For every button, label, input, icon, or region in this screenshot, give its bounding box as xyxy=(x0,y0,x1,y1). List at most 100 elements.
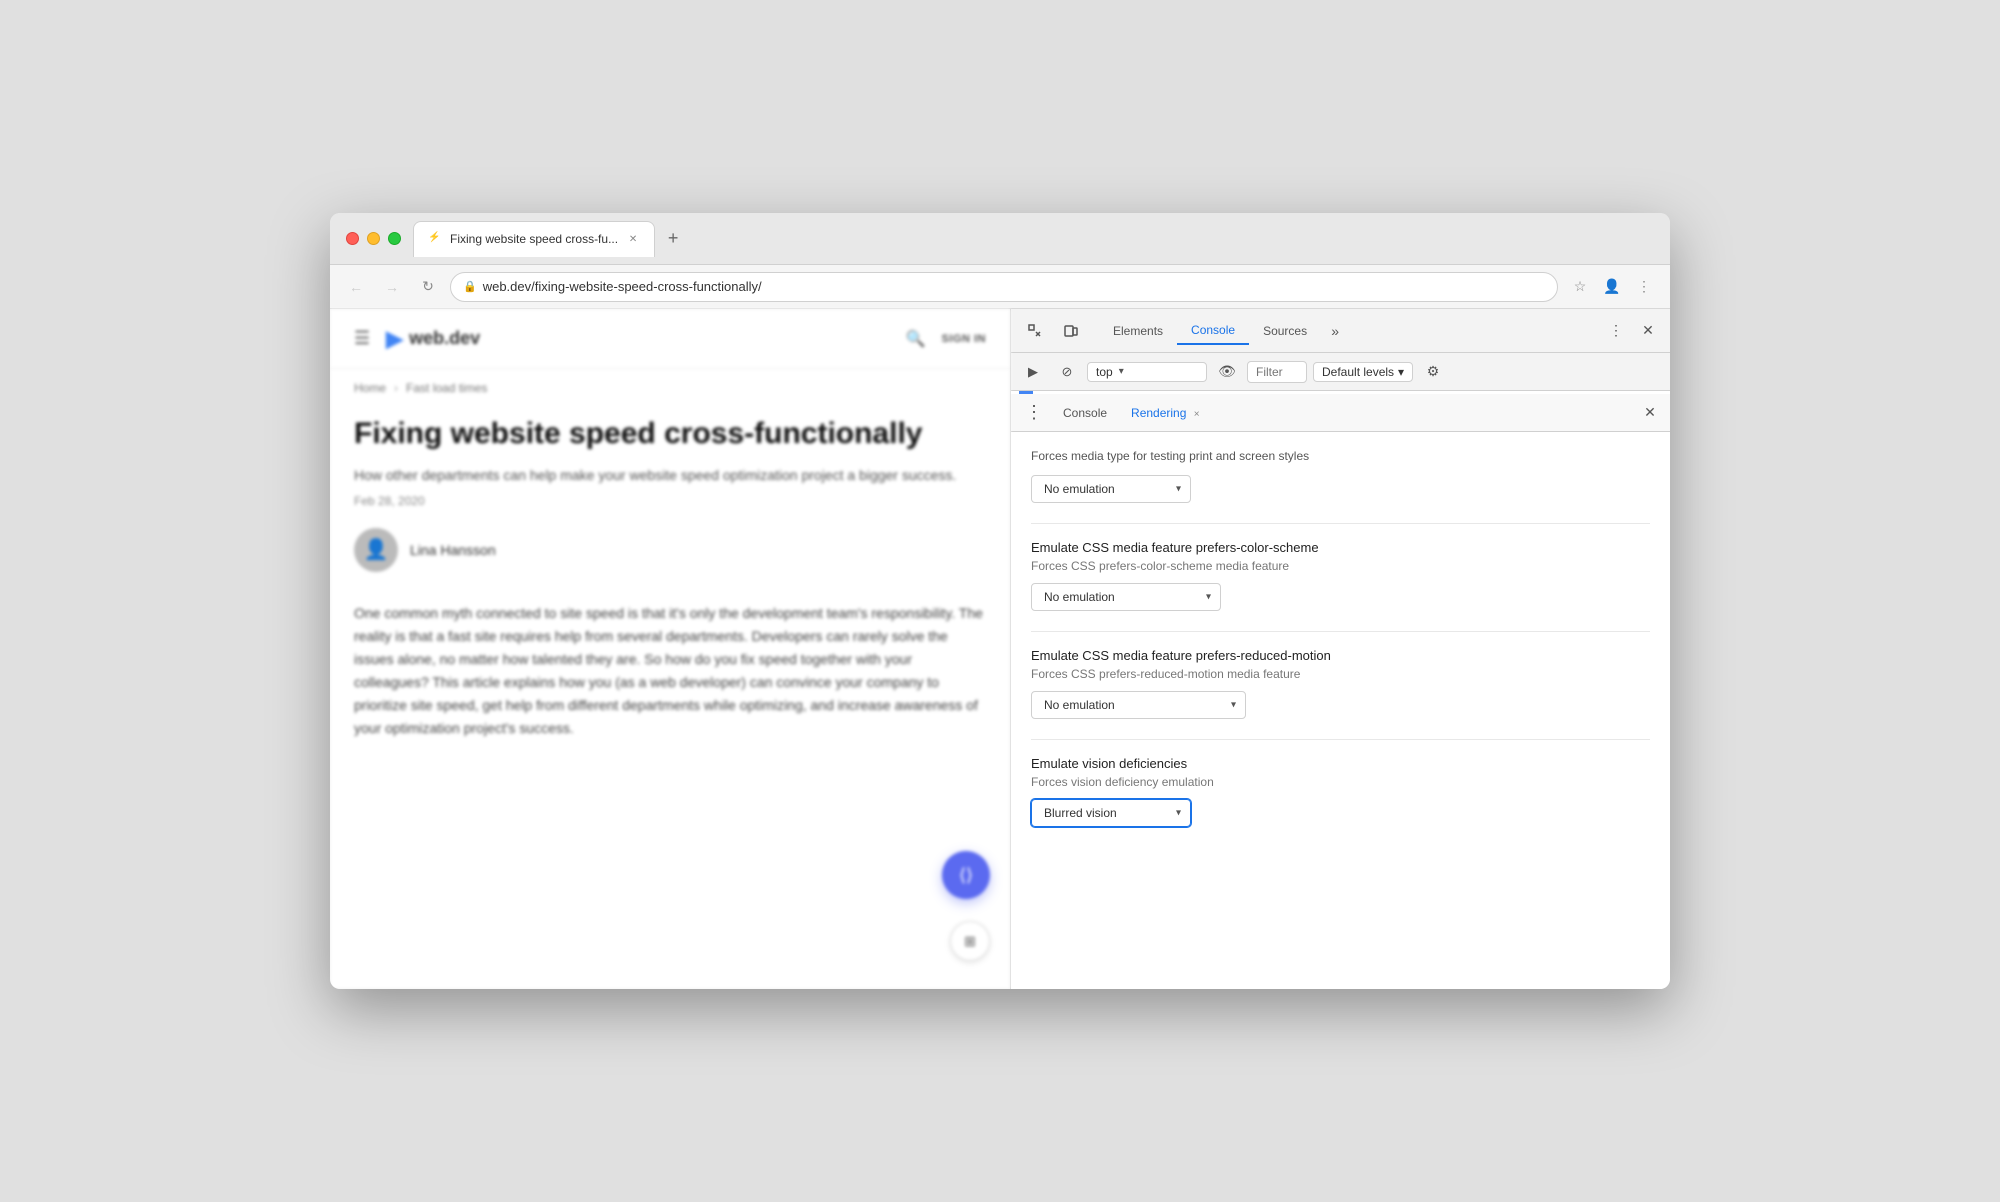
browser-window: ⚡ Fixing website speed cross-fu... ✕ + ←… xyxy=(330,213,1670,989)
levels-arrow-icon: ▾ xyxy=(1398,365,1404,379)
render-section-color-scheme: Emulate CSS media feature prefers-color-… xyxy=(1031,540,1650,611)
color-scheme-title: Emulate CSS media feature prefers-color-… xyxy=(1031,540,1650,555)
device-toolbar-tool[interactable] xyxy=(1055,315,1087,347)
divider-1 xyxy=(1031,523,1650,524)
tab-elements[interactable]: Elements xyxy=(1099,318,1177,344)
color-scheme-dropdown[interactable]: No emulation prefers-color-scheme: dark … xyxy=(1031,583,1221,611)
logo-text: web.dev xyxy=(409,328,480,349)
divider-3 xyxy=(1031,739,1650,740)
author-name: Lina Hansson xyxy=(410,542,496,558)
play-button[interactable]: ▶ xyxy=(1019,358,1047,386)
bookmark-icon[interactable]: ☆ xyxy=(1566,273,1594,301)
media-type-desc: Forces media type for testing print and … xyxy=(1031,448,1650,465)
back-button[interactable]: ← xyxy=(342,273,370,301)
logo-icon: ▶ xyxy=(386,326,403,352)
devtools-panel: Elements Console Sources » ⋮ ✕ ▶ ⊘ top ▾ xyxy=(1010,309,1670,989)
nav-bar: ← → ↻ 🔒 web.dev/fixing-website-speed-cro… xyxy=(330,265,1670,309)
devtools-close-button[interactable]: ✕ xyxy=(1634,317,1662,345)
website-content: ☰ ▶ web.dev 🔍 SIGN IN Home › Fast load t… xyxy=(330,309,1010,989)
vision-desc: Forces vision deficiency emulation xyxy=(1031,775,1650,789)
browser-tab[interactable]: ⚡ Fixing website speed cross-fu... ✕ xyxy=(413,221,655,257)
breadcrumb-home[interactable]: Home xyxy=(354,381,386,395)
article-title: Fixing website speed cross-functionally xyxy=(354,415,986,453)
menu-icon[interactable]: ⋮ xyxy=(1630,273,1658,301)
lock-icon: 🔒 xyxy=(463,280,477,293)
context-label: top xyxy=(1096,365,1113,379)
tab-title: Fixing website speed cross-fu... xyxy=(450,232,618,246)
media-type-dropdown[interactable]: No emulation print screen xyxy=(1031,475,1191,503)
sign-in-button[interactable]: SIGN IN xyxy=(942,333,986,345)
context-selector[interactable]: top ▾ xyxy=(1087,362,1207,382)
sub-tab-rendering[interactable]: Rendering × xyxy=(1121,400,1210,426)
sub-panel-close-button[interactable]: ✕ xyxy=(1638,401,1662,425)
account-icon[interactable]: 👤 xyxy=(1598,273,1626,301)
article-content: Fixing website speed cross-functionally … xyxy=(330,407,1010,764)
tab-console[interactable]: Console xyxy=(1177,317,1249,345)
settings-gear-button[interactable]: ⚙ xyxy=(1419,358,1447,386)
render-section-vision: Emulate vision deficiencies Forces visio… xyxy=(1031,756,1650,827)
inspect-element-tool[interactable] xyxy=(1019,315,1051,347)
search-icon[interactable]: 🔍 xyxy=(906,329,926,349)
article-body: One common myth connected to site speed … xyxy=(354,602,986,741)
new-tab-button[interactable]: + xyxy=(659,225,687,253)
rendering-tab-label: Rendering xyxy=(1131,406,1186,420)
devtools-toolbar-right: ⋮ ✕ xyxy=(1602,317,1662,345)
tab-favicon-icon: ⚡ xyxy=(428,232,442,246)
more-tabs-button[interactable]: » xyxy=(1321,317,1349,345)
reduced-motion-dropdown-wrapper: No emulation prefers-reduced-motion: red… xyxy=(1031,691,1246,719)
divider-2 xyxy=(1031,631,1650,632)
media-type-dropdown-wrapper: No emulation print screen ▾ xyxy=(1031,475,1191,503)
address-bar[interactable]: 🔒 web.dev/fixing-website-speed-cross-fun… xyxy=(450,272,1558,302)
site-logo: ▶ web.dev xyxy=(386,326,480,352)
breadcrumb-section[interactable]: Fast load times xyxy=(406,381,487,395)
hamburger-icon[interactable]: ☰ xyxy=(354,328,370,349)
reload-button[interactable]: ↻ xyxy=(414,273,442,301)
reduced-motion-desc: Forces CSS prefers-reduced-motion media … xyxy=(1031,667,1650,681)
traffic-lights xyxy=(346,232,401,245)
title-bar: ⚡ Fixing website speed cross-fu... ✕ + xyxy=(330,213,1670,265)
stop-button[interactable]: ⊘ xyxy=(1053,358,1081,386)
main-area: ☰ ▶ web.dev 🔍 SIGN IN Home › Fast load t… xyxy=(330,309,1670,989)
render-section-reduced-motion: Emulate CSS media feature prefers-reduce… xyxy=(1031,648,1650,719)
rendering-content: Forces media type for testing print and … xyxy=(1011,432,1670,989)
nav-right-buttons: ☆ 👤 ⋮ xyxy=(1566,273,1658,301)
site-header-right: 🔍 SIGN IN xyxy=(906,329,986,349)
devtools-toolbar: Elements Console Sources » ⋮ ✕ xyxy=(1011,309,1670,353)
accessibility-button[interactable]: ⊞ xyxy=(950,921,990,961)
render-section-media-type: Forces media type for testing print and … xyxy=(1031,448,1650,503)
rendering-tab-close[interactable]: × xyxy=(1194,409,1200,420)
devtools-more-options[interactable]: ⋮ xyxy=(1602,317,1630,345)
close-button[interactable] xyxy=(346,232,359,245)
reduced-motion-dropdown[interactable]: No emulation prefers-reduced-motion: red… xyxy=(1031,691,1246,719)
sub-tabs-more-button[interactable]: ⋮ xyxy=(1019,402,1049,423)
author-row: 👤 Lina Hansson xyxy=(354,528,986,572)
breadcrumb: Home › Fast load times xyxy=(330,369,1010,407)
forward-button[interactable]: → xyxy=(378,273,406,301)
url-text: web.dev/fixing-website-speed-cross-funct… xyxy=(483,279,1545,294)
vision-title: Emulate vision deficiencies xyxy=(1031,756,1650,771)
vision-dropdown[interactable]: No emulation Blurred vision Protanopia D… xyxy=(1031,799,1191,827)
maximize-button[interactable] xyxy=(388,232,401,245)
tab-sources[interactable]: Sources xyxy=(1249,318,1321,344)
vision-dropdown-wrapper: No emulation Blurred vision Protanopia D… xyxy=(1031,799,1191,827)
site-header: ☰ ▶ web.dev 🔍 SIGN IN xyxy=(330,309,1010,369)
author-avatar: 👤 xyxy=(354,528,398,572)
sub-tab-console[interactable]: Console xyxy=(1053,400,1117,426)
share-fab-button[interactable]: ⟨⟩ xyxy=(942,851,990,899)
minimize-button[interactable] xyxy=(367,232,380,245)
devtools-toolbar2: ▶ ⊘ top ▾ 👁 Default levels ▾ ⚙ xyxy=(1011,353,1670,391)
context-arrow-icon: ▾ xyxy=(1119,366,1124,377)
filter-input[interactable] xyxy=(1247,361,1307,383)
sub-tabs-bar: ⋮ Console Rendering × ✕ xyxy=(1011,394,1670,432)
devtools-tabs: Elements Console Sources » xyxy=(1091,317,1598,345)
levels-dropdown[interactable]: Default levels ▾ xyxy=(1313,362,1413,382)
breadcrumb-separator: › xyxy=(394,381,398,395)
tab-close-button[interactable]: ✕ xyxy=(626,232,640,246)
tab-bar: ⚡ Fixing website speed cross-fu... ✕ + xyxy=(413,221,1654,257)
levels-label: Default levels xyxy=(1322,365,1394,379)
article-subtitle: How other departments can help make your… xyxy=(354,465,986,486)
color-scheme-dropdown-wrapper: No emulation prefers-color-scheme: dark … xyxy=(1031,583,1221,611)
article-date: Feb 28, 2020 xyxy=(354,494,986,508)
color-scheme-desc: Forces CSS prefers-color-scheme media fe… xyxy=(1031,559,1650,573)
eye-button[interactable]: 👁 xyxy=(1213,358,1241,386)
